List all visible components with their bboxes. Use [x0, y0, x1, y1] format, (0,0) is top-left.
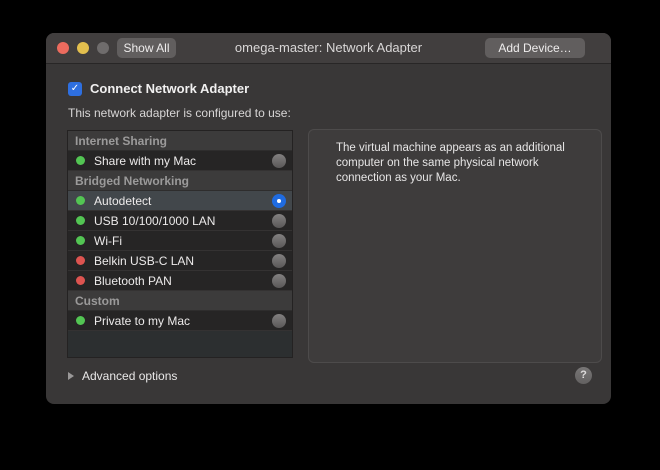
close-button[interactable] [57, 42, 69, 54]
minimize-button[interactable] [77, 42, 89, 54]
list-row-label: Bluetooth PAN [94, 274, 272, 288]
zoom-button-disabled [97, 42, 109, 54]
network-options-list: Internet Sharing Share with my Mac Bridg… [67, 130, 293, 358]
configured-label: This network adapter is configured to us… [68, 106, 291, 120]
status-dot-green-icon [76, 156, 85, 165]
radio-unselected[interactable] [272, 274, 286, 288]
radio-unselected[interactable] [272, 154, 286, 168]
radio-selected[interactable] [272, 194, 286, 208]
list-row-label: Belkin USB-C LAN [94, 254, 272, 268]
list-row-wifi[interactable]: Wi-Fi [68, 231, 292, 251]
list-section-header: Custom [68, 291, 292, 311]
list-row-belkin-usbc-lan[interactable]: Belkin USB-C LAN [68, 251, 292, 271]
list-section-header: Internet Sharing [68, 131, 292, 151]
show-all-button[interactable]: Show All [117, 38, 176, 58]
list-row-private-to-my-mac[interactable]: Private to my Mac [68, 311, 292, 331]
help-button[interactable]: ? [575, 367, 592, 384]
settings-window: omega-master: Network Adapter Show All A… [46, 33, 611, 404]
status-dot-red-icon [76, 276, 85, 285]
status-dot-green-icon [76, 236, 85, 245]
description-text: The virtual machine appears as an additi… [336, 141, 583, 186]
list-row-label: USB 10/100/1000 LAN [94, 214, 272, 228]
connect-network-adapter-row: ✓ Connect Network Adapter [68, 81, 249, 96]
list-row-label: Private to my Mac [94, 314, 272, 328]
status-dot-red-icon [76, 256, 85, 265]
list-row-label: Wi-Fi [94, 234, 272, 248]
connect-checkbox[interactable]: ✓ [68, 82, 82, 96]
radio-unselected[interactable] [272, 254, 286, 268]
radio-unselected[interactable] [272, 234, 286, 248]
list-row-autodetect[interactable]: Autodetect [68, 191, 292, 211]
radio-unselected[interactable] [272, 214, 286, 228]
add-device-button[interactable]: Add Device… [485, 38, 585, 58]
advanced-options-disclosure[interactable]: Advanced options [68, 369, 177, 383]
list-section-header: Bridged Networking [68, 171, 292, 191]
connect-label: Connect Network Adapter [90, 81, 249, 96]
radio-unselected[interactable] [272, 314, 286, 328]
list-row-share-with-my-mac[interactable]: Share with my Mac [68, 151, 292, 171]
list-row-label: Share with my Mac [94, 154, 272, 168]
status-dot-green-icon [76, 196, 85, 205]
status-dot-green-icon [76, 216, 85, 225]
list-row-bluetooth-pan[interactable]: Bluetooth PAN [68, 271, 292, 291]
advanced-options-label: Advanced options [82, 369, 177, 383]
checkmark-icon: ✓ [71, 83, 79, 94]
description-panel: The virtual machine appears as an additi… [308, 129, 602, 363]
disclosure-triangle-icon [68, 372, 74, 380]
list-row-usb-lan[interactable]: USB 10/100/1000 LAN [68, 211, 292, 231]
list-row-label: Autodetect [94, 194, 272, 208]
title-bar: omega-master: Network Adapter Show All A… [46, 33, 611, 64]
status-dot-green-icon [76, 316, 85, 325]
